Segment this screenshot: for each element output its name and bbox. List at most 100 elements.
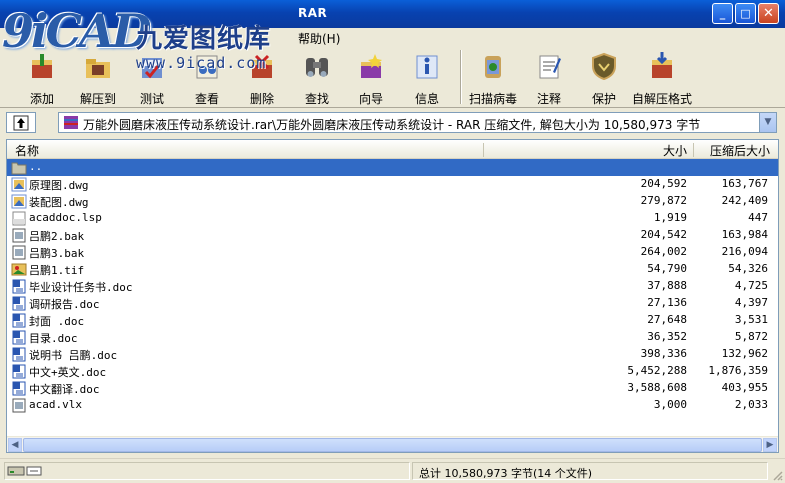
file-row[interactable]: 毕业设计任务书.doc 37,888 4,725 xyxy=(7,278,778,295)
column-packed[interactable]: 压缩后大小 xyxy=(710,142,770,159)
scroll-left-button[interactable]: ◀ xyxy=(8,438,22,452)
view-label: 查看 xyxy=(194,92,219,106)
protect-button[interactable]: 保护 xyxy=(574,50,634,106)
file-name: 封面 .doc xyxy=(29,315,85,328)
file-row[interactable]: 封面 .doc 27,648 3,531 xyxy=(7,312,778,329)
file-name: acaddoc.lsp xyxy=(29,211,102,224)
file-row[interactable]: 吕鹏3.bak 264,002 216,094 xyxy=(7,244,778,261)
info-icon xyxy=(416,55,438,79)
rar-archive-icon xyxy=(64,116,78,129)
file-packed-size: 5,872 xyxy=(734,330,768,343)
file-packed-size: 1,876,359 xyxy=(708,364,768,377)
maximize-button[interactable]: □ xyxy=(735,3,756,24)
menu-help[interactable]: 帮助(H) xyxy=(298,30,340,47)
close-button[interactable]: ✕ xyxy=(758,3,779,24)
status-total: 总计 10,580,973 字节(14 个文件) xyxy=(419,467,593,480)
wizard-button[interactable]: 向导 xyxy=(341,50,401,106)
file-packed-size: 163,984 xyxy=(721,228,768,241)
tif-file-icon xyxy=(11,263,27,276)
file-packed-size: 447 xyxy=(748,211,768,224)
wizard-label: 向导 xyxy=(358,92,383,106)
file-name: 目录.doc xyxy=(29,332,78,345)
dwg-file-icon xyxy=(11,177,27,192)
file-size: 1,919 xyxy=(653,211,687,224)
file-name: 吕鹏3.bak xyxy=(29,247,85,260)
comment-button[interactable]: 注释 xyxy=(519,50,579,106)
resize-grip-icon[interactable] xyxy=(771,469,783,481)
shield-icon xyxy=(592,52,616,81)
extract-to-label: 解压到 xyxy=(79,92,116,106)
file-name: acad.vlx xyxy=(29,398,82,411)
column-size[interactable]: 大小 xyxy=(663,142,687,159)
logo-mark: 9iCAD xyxy=(2,4,152,58)
dwg-file-icon xyxy=(11,194,27,209)
file-row[interactable]: 目录.doc 36,352 5,872 xyxy=(7,329,778,346)
vlx-file-icon xyxy=(12,398,26,413)
horizontal-scrollbar[interactable]: ◀ ▶ xyxy=(7,436,778,452)
file-name: 中文翻译.doc xyxy=(29,383,100,396)
file-packed-size: 403,955 xyxy=(721,381,768,394)
up-arrow-icon xyxy=(13,115,29,131)
scroll-thumb[interactable] xyxy=(23,438,762,452)
scroll-right-button[interactable]: ▶ xyxy=(763,438,777,452)
file-name: 装配图.dwg xyxy=(29,196,89,209)
file-packed-size: 242,409 xyxy=(721,194,768,207)
file-size: 27,136 xyxy=(647,296,687,309)
status-right-pane: 总计 10,580,973 字节(14 个文件) xyxy=(412,462,768,480)
column-separator[interactable] xyxy=(483,143,484,157)
file-packed-size: 2,033 xyxy=(734,398,768,411)
file-list[interactable]: 名称 大小 压缩后大小 .. 原理图.dwg 204,592 163,767 装… xyxy=(6,139,779,453)
file-row[interactable]: .. xyxy=(7,159,778,176)
logo-text: 九爱图纸库 xyxy=(136,24,272,54)
toolbar-separator xyxy=(460,50,462,104)
file-name: 吕鹏2.bak xyxy=(29,230,85,243)
sfx-label: 自解压格式 xyxy=(632,92,693,106)
file-size: 398,336 xyxy=(640,347,687,360)
file-row[interactable]: 中文翻译.doc 3,588,608 403,955 xyxy=(7,380,778,397)
word-doc-icon xyxy=(12,381,26,396)
file-size: 36,352 xyxy=(647,330,687,343)
word-doc-icon xyxy=(12,347,26,362)
file-row[interactable]: 中文+英文.doc 5,452,288 1,876,359 xyxy=(7,363,778,380)
word-doc-icon xyxy=(12,330,26,345)
file-packed-size: 163,767 xyxy=(721,177,768,190)
word-doc-icon xyxy=(12,279,26,294)
file-row[interactable]: 装配图.dwg 279,872 242,409 xyxy=(7,193,778,210)
file-size: 54,790 xyxy=(647,262,687,275)
address-dropdown-button[interactable]: ▼ xyxy=(759,113,776,132)
up-folder-button[interactable] xyxy=(6,112,36,133)
drive-icon xyxy=(7,466,42,476)
scan-virus-label: 扫描病毒 xyxy=(468,92,517,106)
column-separator[interactable] xyxy=(693,143,694,157)
file-size: 3,588,608 xyxy=(627,381,687,394)
file-name: .. xyxy=(29,160,43,173)
address-path: 万能外圆磨床液压传动系统设计.rar\万能外圆磨床液压传动系统设计 - RAR … xyxy=(83,118,701,132)
file-row[interactable]: acaddoc.lsp 1,919 447 xyxy=(7,210,778,227)
sfx-button[interactable]: 自解压格式 xyxy=(632,50,693,106)
file-row[interactable]: 吕鹏2.bak 204,542 163,984 xyxy=(7,227,778,244)
lsp-file-icon xyxy=(12,211,26,226)
minimize-button[interactable]: _ xyxy=(712,3,733,24)
file-name: 原理图.dwg xyxy=(29,179,89,192)
file-row[interactable]: 说明书 吕鹏.doc 398,336 132,962 xyxy=(7,346,778,363)
file-row[interactable]: 调研报告.doc 27,136 4,397 xyxy=(7,295,778,312)
info-button[interactable]: 信息 xyxy=(397,50,457,106)
bak-file-icon xyxy=(12,228,26,243)
comment-label: 注释 xyxy=(536,92,561,106)
folder-up-icon xyxy=(11,162,27,175)
add-label: 添加 xyxy=(29,92,54,106)
file-packed-size: 132,962 xyxy=(721,347,768,360)
file-size: 37,888 xyxy=(647,279,687,292)
file-row[interactable]: 原理图.dwg 204,592 163,767 xyxy=(7,176,778,193)
comment-notepad-icon xyxy=(539,55,561,79)
word-doc-icon xyxy=(12,364,26,379)
scan-virus-button[interactable]: 扫描病毒 xyxy=(463,50,523,106)
binoculars-icon xyxy=(306,58,328,77)
column-name[interactable]: 名称 xyxy=(15,142,39,159)
file-row[interactable]: 吕鹏1.tif 54,790 54,326 xyxy=(7,261,778,278)
file-size: 27,648 xyxy=(647,313,687,326)
file-row[interactable]: acad.vlx 3,000 2,033 xyxy=(7,397,778,414)
address-field[interactable]: 万能外圆磨床液压传动系统设计.rar\万能外圆磨床液压传动系统设计 - RAR … xyxy=(58,112,777,133)
sfx-archive-icon xyxy=(652,52,672,78)
file-packed-size: 4,725 xyxy=(734,279,768,292)
